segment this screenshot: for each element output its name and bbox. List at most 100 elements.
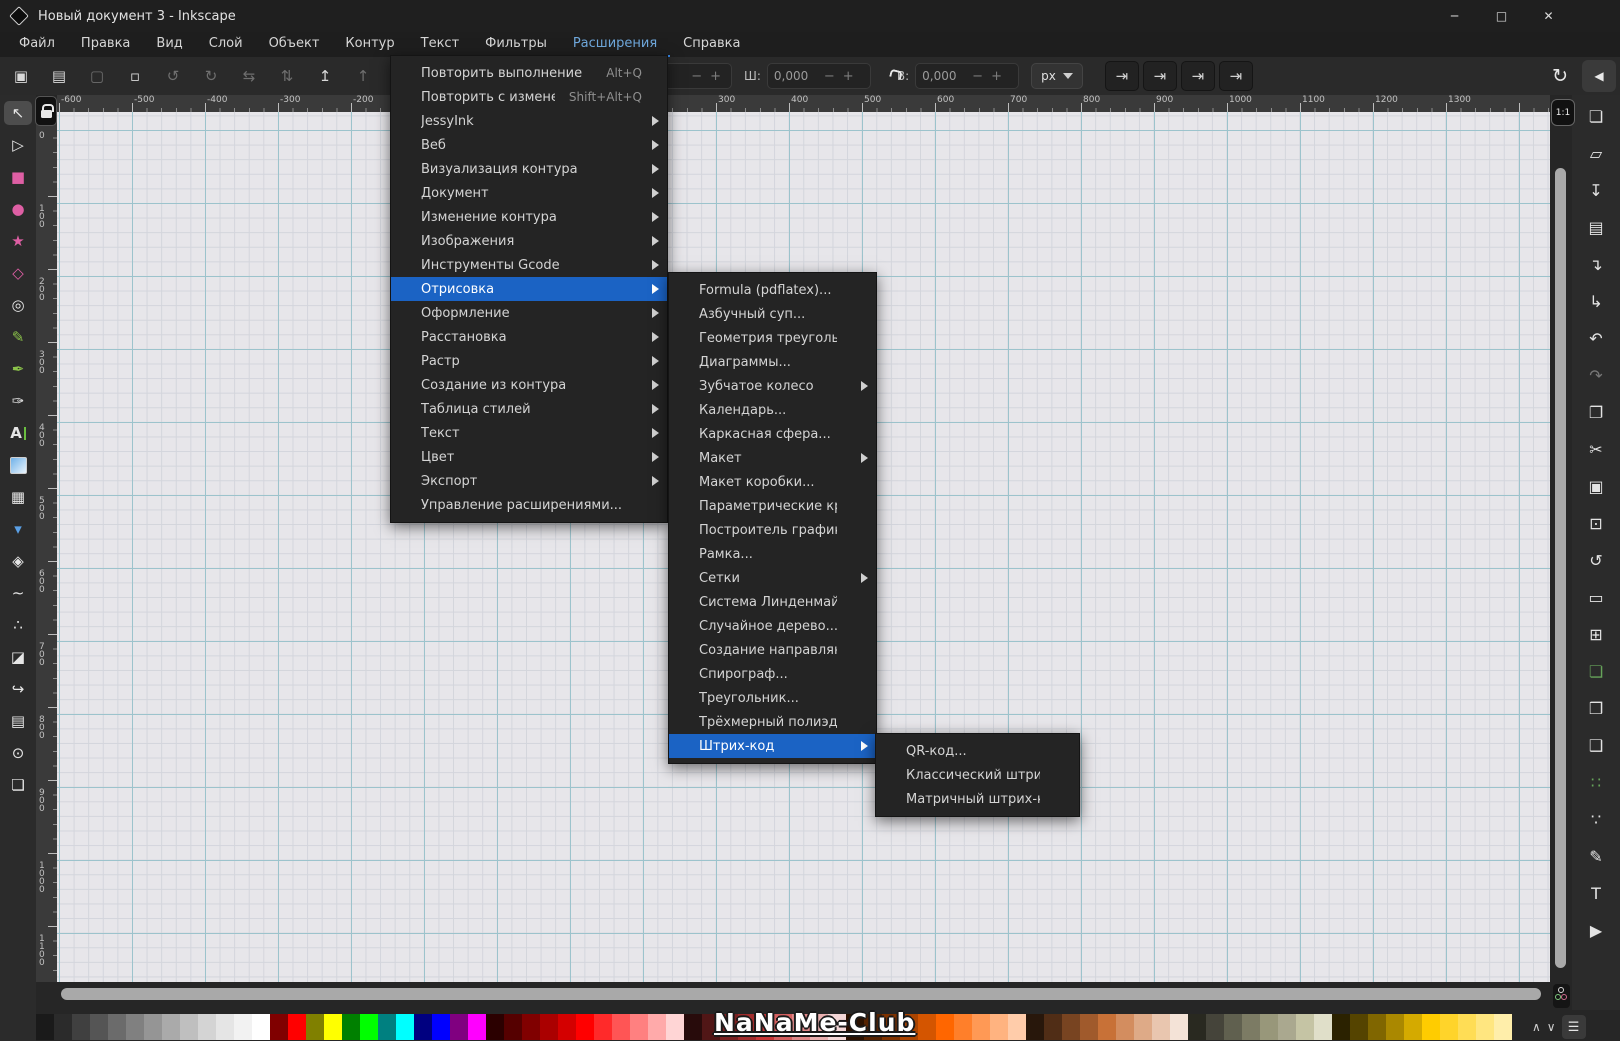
command-button-icon[interactable]: ↳ (1584, 290, 1608, 312)
palette-swatch[interactable] (1116, 1014, 1134, 1040)
menubar-item[interactable]: Объект (256, 32, 333, 57)
menubar-item[interactable]: Вид (143, 32, 195, 57)
palette-swatch[interactable] (684, 1014, 702, 1040)
palette-swatch[interactable] (1476, 1014, 1494, 1040)
palette-swatch[interactable] (1368, 1014, 1386, 1040)
toolbox-tool-icon[interactable]: ⊙ (4, 741, 32, 765)
transform-toggle-icon[interactable]: ⇥ (1218, 61, 1253, 91)
toolbox-tool-icon[interactable]: ▾ (4, 517, 32, 541)
command-button-icon[interactable]: ⊞ (1584, 623, 1608, 645)
palette-swatch[interactable] (1350, 1014, 1368, 1040)
toolbox-tool-icon[interactable]: ↪ (4, 677, 32, 701)
tool-option-button-icon[interactable]: ▢ (84, 63, 110, 89)
tool-option-button-icon[interactable]: ↻ (198, 63, 224, 89)
menu-item[interactable]: Текст (391, 421, 667, 445)
tool-option-button-icon[interactable]: ⇆ (236, 63, 262, 89)
palette-swatch[interactable] (450, 1014, 468, 1040)
palette-swatch[interactable] (54, 1014, 72, 1040)
menu-item[interactable]: Создание из контура (391, 373, 667, 397)
width-spinbox[interactable]: 0,000 − + (766, 63, 871, 89)
palette-swatch[interactable] (630, 1014, 648, 1040)
tool-option-button-icon[interactable]: ▫ (122, 63, 148, 89)
command-button-icon[interactable]: ▭ (1584, 586, 1608, 608)
toolbox-tool-icon[interactable]: ∴ (4, 613, 32, 637)
palette-scroll-up-icon[interactable]: ∧ (1532, 1020, 1541, 1034)
toolbox-tool-icon[interactable]: ◇ (4, 261, 32, 285)
palette-swatch[interactable] (1026, 1014, 1044, 1040)
menu-item[interactable]: Рамка... (669, 542, 876, 566)
palette-swatch[interactable] (198, 1014, 216, 1040)
tool-option-button-icon[interactable]: ▤ (46, 63, 72, 89)
command-button-icon[interactable]: ↶ (1584, 327, 1608, 349)
toolbox-tool-icon[interactable] (4, 453, 32, 477)
command-button-icon[interactable]: ∵ (1584, 808, 1608, 830)
tool-option-button-icon[interactable]: ↑ (350, 63, 376, 89)
toolbox-tool-icon[interactable]: ★ (4, 229, 32, 253)
menubar-item[interactable]: Слой (196, 32, 256, 57)
menu-item[interactable]: Классический штрих-код... (876, 763, 1079, 787)
menu-item[interactable]: Отрисовка (391, 277, 667, 301)
command-button-icon[interactable]: ⊡ (1584, 512, 1608, 534)
palette-swatch[interactable] (612, 1014, 630, 1040)
menu-item[interactable]: Сетки (669, 566, 876, 590)
palette-menu-icon[interactable]: ☰ (1561, 1015, 1586, 1039)
menu-item[interactable]: Создание направляющих... (669, 638, 876, 662)
menu-item[interactable]: Спирограф... (669, 662, 876, 686)
palette-swatch[interactable] (126, 1014, 144, 1040)
toolbox-tool-icon[interactable]: ✑ (4, 389, 32, 413)
palette-swatch[interactable] (396, 1014, 414, 1040)
palette-swatch[interactable] (360, 1014, 378, 1040)
command-button-icon[interactable]: ↺ (1584, 549, 1608, 571)
menu-item[interactable]: Азбучный суп... (669, 302, 876, 326)
lock-guides-button[interactable] (35, 96, 57, 126)
menu-item[interactable]: Система Линденмайера... (669, 590, 876, 614)
palette-swatch[interactable] (468, 1014, 486, 1040)
palette-swatch[interactable] (1008, 1014, 1026, 1040)
palette-swatch[interactable] (36, 1014, 54, 1040)
tool-option-button-icon[interactable]: ▣ (8, 63, 34, 89)
palette-swatch[interactable] (558, 1014, 576, 1040)
menu-item[interactable]: Изображения (391, 229, 667, 253)
toolbox-tool-icon[interactable]: ◪ (4, 645, 32, 669)
spin-plus-icon[interactable]: + (987, 69, 1006, 84)
palette-swatch[interactable] (1422, 1014, 1440, 1040)
menubar-item[interactable]: Фильтры (472, 32, 560, 57)
palette-swatch[interactable] (1152, 1014, 1170, 1040)
palette-swatch[interactable] (486, 1014, 504, 1040)
menu-item[interactable]: Экспорт (391, 469, 667, 493)
height-spinbox[interactable]: 0,000 − + (915, 63, 1020, 89)
palette-swatch[interactable] (972, 1014, 990, 1040)
horizontal-scrollbar-thumb[interactable] (61, 988, 1541, 1000)
menu-item[interactable]: Повторить выполнение Alt+Q (391, 61, 667, 85)
palette-swatch[interactable] (594, 1014, 612, 1040)
vertical-ruler[interactable]: 0 100 200 300 400 500 600 700 800 900 10… (36, 112, 57, 982)
spin-plus-icon[interactable]: + (706, 69, 725, 84)
command-button-icon[interactable]: ❏ (1584, 105, 1608, 127)
toolbox-tool-icon[interactable]: A (4, 421, 32, 445)
palette-swatch[interactable] (990, 1014, 1008, 1040)
palette-swatch[interactable] (1332, 1014, 1350, 1040)
menu-item[interactable]: Трёхмерный полиэдр... (669, 710, 876, 734)
command-button-icon[interactable]: ✎ (1584, 845, 1608, 867)
toolbox-tool-icon[interactable]: ■ (4, 165, 32, 189)
palette-swatch[interactable] (576, 1014, 594, 1040)
color-management-icon[interactable] (1553, 984, 1570, 1008)
palette-swatch[interactable] (1224, 1014, 1242, 1040)
menu-item[interactable]: Зубчатое колесо (669, 374, 876, 398)
minimize-button[interactable]: ─ (1431, 0, 1478, 32)
toolbox-tool-icon[interactable]: ▷ (4, 133, 32, 157)
vertical-scrollbar-thumb[interactable] (1555, 168, 1566, 968)
menubar-item[interactable]: Контур (332, 32, 407, 57)
menu-item[interactable]: Случайное дерево... (669, 614, 876, 638)
palette-swatch[interactable] (324, 1014, 342, 1040)
zoom-1-1-button[interactable]: 1:1 (1551, 99, 1575, 126)
menu-item[interactable]: Растр (391, 349, 667, 373)
command-button-icon[interactable]: ❐ (1584, 401, 1608, 423)
menu-item[interactable]: Каркасная сфера... (669, 422, 876, 446)
horizontal-ruler[interactable]: -600 -500 -400 -300 -200 -100 0 100 200 … (57, 95, 1550, 112)
palette-swatch[interactable] (1062, 1014, 1080, 1040)
menu-item[interactable]: Визуализация контура (391, 157, 667, 181)
toolbox-tool-icon[interactable]: ◎ (4, 293, 32, 317)
palette-swatch[interactable] (522, 1014, 540, 1040)
palette-swatch[interactable] (666, 1014, 684, 1040)
